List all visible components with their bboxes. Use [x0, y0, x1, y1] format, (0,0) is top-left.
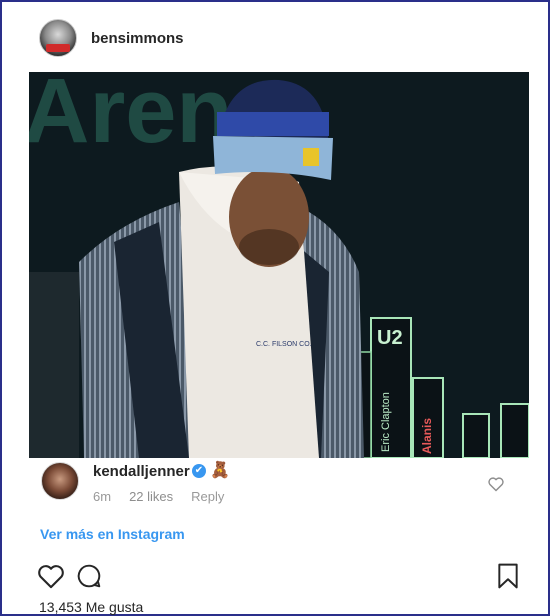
blurred-edge — [29, 272, 79, 458]
poster-alanis-text: Alanis — [420, 418, 434, 454]
teddy-bear-emoji: 🧸 — [210, 460, 230, 479]
poster-u2-text: U2 — [377, 327, 403, 349]
comment-meta: 6m 22 likes Reply — [93, 489, 224, 504]
comment-likes[interactable]: 22 likes — [129, 489, 173, 504]
post-likes-count[interactable]: 13,453 Me gusta — [39, 599, 143, 615]
comment: kendalljenner ✔ 🧸 6m 22 likes Reply — [39, 460, 509, 506]
post-actions — [37, 563, 522, 591]
beanie-stripe — [217, 112, 329, 136]
embed-frame: bensimmons Areno U2 Eric Clapton Alanis — [0, 0, 550, 616]
commenter-username[interactable]: kendalljenner — [93, 463, 190, 480]
heart-icon[interactable] — [37, 563, 65, 589]
author-username[interactable]: bensimmons — [91, 30, 184, 47]
poster-small — [462, 413, 490, 458]
comment-like-heart-icon[interactable] — [487, 476, 505, 492]
poster-clapton-text: Eric Clapton — [380, 392, 392, 452]
comment-icon[interactable] — [75, 563, 103, 589]
bookmark-icon[interactable] — [497, 563, 519, 589]
post-header: bensimmons — [39, 18, 184, 58]
reply-button[interactable]: Reply — [191, 489, 224, 504]
verified-badge-icon: ✔ — [192, 464, 206, 478]
hoodie-print: C.C. FILSON CO. — [256, 341, 312, 348]
commenter-avatar[interactable] — [41, 462, 79, 500]
comment-time: 6m — [93, 489, 112, 504]
author-avatar[interactable] — [39, 19, 77, 57]
post-photo[interactable]: Areno U2 Eric Clapton Alanis C.C. FILSON… — [29, 72, 529, 458]
post-photo-illustration: Areno U2 Eric Clapton Alanis C.C. FILSON… — [29, 72, 529, 458]
beanie-label — [303, 148, 319, 166]
poster-edge — [500, 403, 529, 458]
beard — [239, 229, 299, 265]
view-more-on-instagram-link[interactable]: Ver más en Instagram — [40, 526, 185, 542]
